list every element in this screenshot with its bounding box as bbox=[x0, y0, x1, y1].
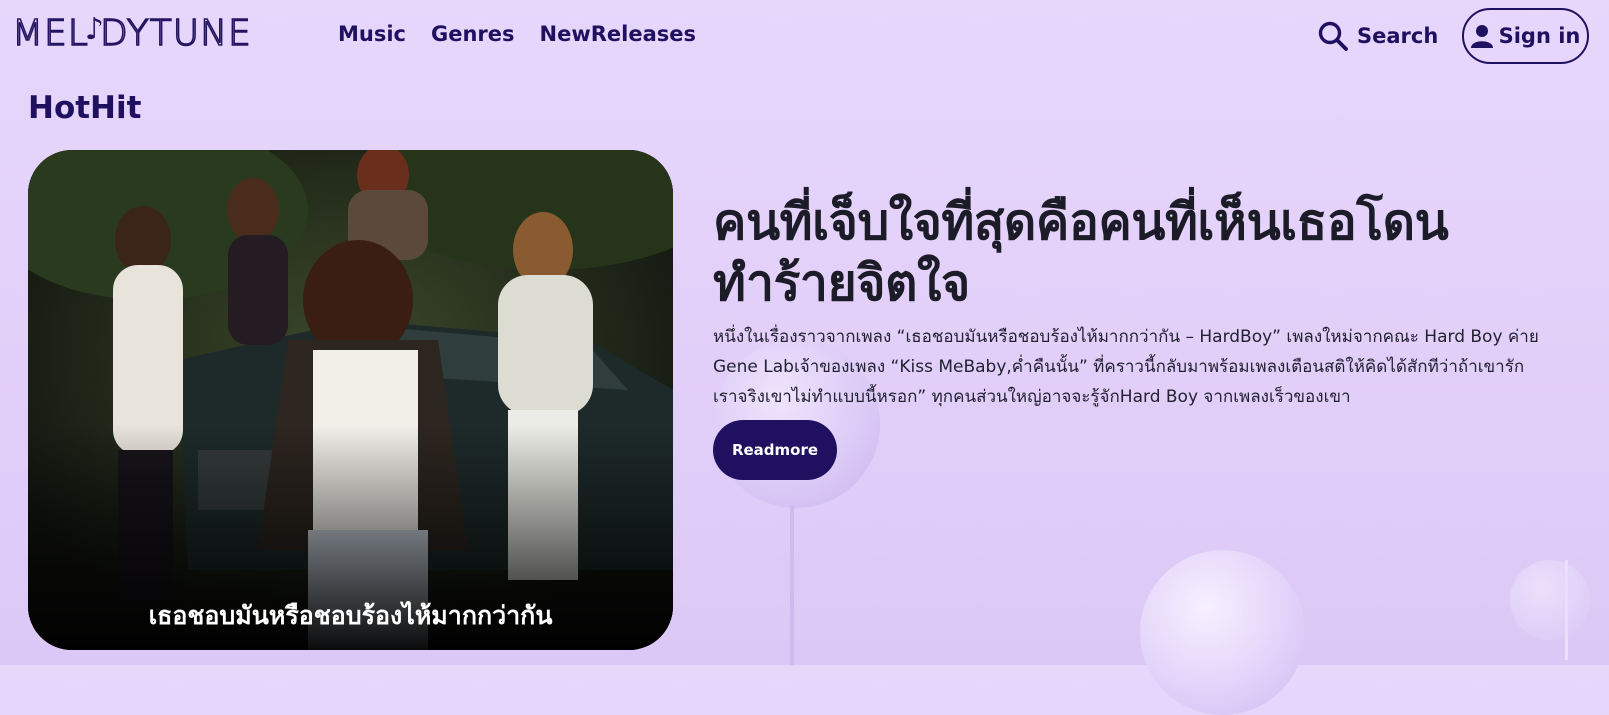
site-header: MEL ♪ DYTUNE Music Genres NewReleases Se… bbox=[0, 0, 1609, 76]
sign-in-label: Sign in bbox=[1498, 24, 1581, 48]
featured-image-caption: เธอชอบมันหรือชอบร้องไห้มากกว่ากัน bbox=[148, 601, 553, 630]
search-icon bbox=[1318, 21, 1348, 51]
background-balloon bbox=[1140, 550, 1305, 715]
article-excerpt: หนึ่งในเรื่องราวจากเพลง “เธอชอบมันหรือชอ… bbox=[713, 327, 1539, 407]
music-note-icon: ♪ bbox=[84, 11, 105, 47]
featured-photo bbox=[28, 150, 673, 650]
section-title: HotHit bbox=[28, 90, 142, 126]
background-balloon-string bbox=[1565, 560, 1568, 660]
nav-link-music[interactable]: Music bbox=[338, 22, 406, 46]
main-nav: Music Genres NewReleases bbox=[338, 22, 696, 46]
background-balloon bbox=[1510, 560, 1590, 640]
background-balloon-string bbox=[790, 505, 794, 665]
nav-link-genres[interactable]: Genres bbox=[431, 22, 515, 46]
featured-image-card[interactable]: เธอชอบมันหรือชอบร้องไห้มากกว่ากัน bbox=[28, 150, 673, 650]
logo-text-start: MEL bbox=[11, 12, 89, 55]
nav-link-new-releases[interactable]: NewReleases bbox=[540, 22, 697, 46]
sign-in-button[interactable]: Sign in bbox=[1462, 8, 1589, 64]
readmore-button[interactable]: Readmore bbox=[713, 420, 837, 480]
article-title[interactable]: คนที่เจ็บใจที่สุดคือคนที่เห็นเธอโดนทำร้า… bbox=[713, 192, 1573, 314]
user-icon bbox=[1470, 25, 1493, 48]
search-button[interactable]: Search bbox=[1317, 20, 1438, 52]
logo-text-end: DYTUNE bbox=[99, 12, 252, 55]
site-logo[interactable]: MEL ♪ DYTUNE bbox=[11, 8, 252, 58]
search-label: Search bbox=[1357, 24, 1439, 48]
